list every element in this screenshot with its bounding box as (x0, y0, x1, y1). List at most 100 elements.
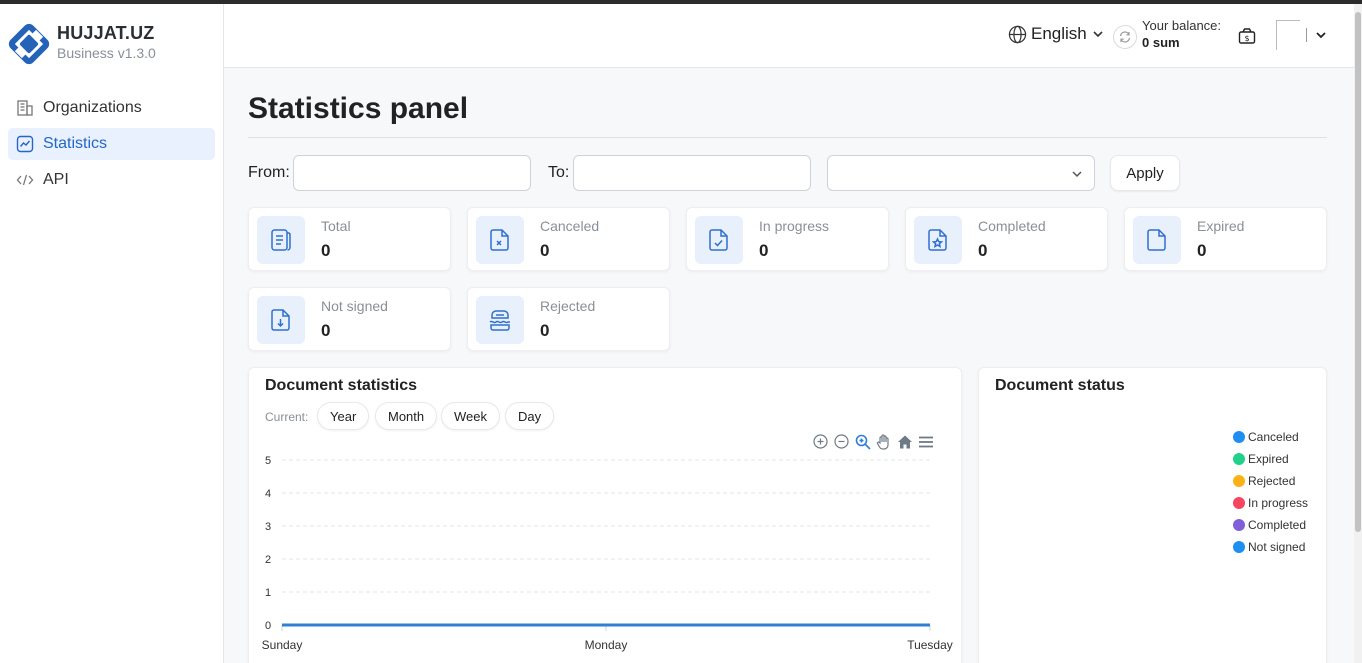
period-day-button[interactable]: Day (505, 402, 555, 430)
stat-label: Rejected (540, 298, 596, 314)
legend-dot (1233, 519, 1245, 531)
stat-label: Total (321, 218, 351, 234)
legend-item-in-progress[interactable]: In progress (1233, 492, 1308, 514)
stat-value: 0 (540, 241, 550, 260)
chart-toolbar (812, 433, 934, 450)
top-header: English Your balance: 0 sum $ (224, 4, 1354, 68)
legend-label: In progress (1248, 496, 1309, 510)
stat-card-in-progress: In progress 0 (686, 207, 889, 271)
chevron-down-icon (1316, 32, 1326, 39)
legend-item-rejected[interactable]: Rejected (1233, 470, 1308, 492)
chevron-down-icon (1072, 171, 1082, 178)
legend-dot (1233, 475, 1245, 487)
building-icon (16, 99, 34, 117)
sidebar-item-statistics[interactable]: Statistics (8, 128, 215, 160)
document-icon (1133, 216, 1181, 264)
sidebar-item-organizations[interactable]: Organizations (8, 92, 215, 124)
y-tick-label: 1 (265, 587, 271, 599)
legend-dot (1233, 431, 1245, 443)
legend-dot (1233, 497, 1245, 509)
menu-icon[interactable] (917, 433, 934, 450)
document-check-icon (695, 216, 743, 264)
stat-label: Expired (1197, 218, 1245, 234)
y-tick-label: 5 (265, 455, 271, 467)
to-label: To: (548, 164, 570, 181)
stat-card-total: Total 0 (248, 207, 451, 271)
from-label: From: (248, 164, 290, 181)
stat-label: Canceled (540, 218, 600, 234)
stat-label: Not signed (321, 298, 388, 314)
period-year-button[interactable]: Year (317, 402, 370, 430)
app-version: Business v1.3.0 (57, 45, 156, 61)
scrollbar-thumb[interactable] (1355, 12, 1361, 532)
svg-text:$: $ (1244, 34, 1249, 43)
y-tick-label: 0 (265, 620, 271, 632)
x-tick-label: Monday (585, 638, 628, 652)
period-week-button[interactable]: Week (441, 402, 500, 430)
divider (248, 137, 1327, 138)
stat-card-rejected: Rejected 0 (467, 287, 670, 351)
code-icon (16, 171, 34, 189)
document-download-icon (257, 296, 305, 344)
legend-label: Canceled (1248, 430, 1299, 444)
document-cancel-icon (476, 216, 524, 264)
avatar-separator (1306, 28, 1307, 42)
sidebar: HUJJAT.UZ Business v1.3.0 Organizations … (0, 4, 224, 663)
document-status-panel: Document status Canceled Expired Rejecte… (978, 367, 1327, 663)
document-list-icon (257, 216, 305, 264)
document-star-icon (914, 216, 962, 264)
user-menu[interactable] (1276, 20, 1327, 50)
x-tick-label: Tuesday (907, 638, 953, 652)
legend-dot (1233, 541, 1245, 553)
filter-bar: From: To: Apply (248, 155, 1328, 191)
stat-label: Completed (978, 218, 1046, 234)
main-content: Statistics panel From: To: Apply Total 0… (224, 68, 1354, 663)
page-scrollbar[interactable] (1354, 4, 1362, 663)
language-label: English (1031, 24, 1087, 43)
status-legend: Canceled Expired Rejected In progress Co… (1233, 426, 1308, 558)
sidebar-item-api[interactable]: API (8, 164, 215, 196)
zoom-in-icon[interactable] (812, 433, 829, 450)
y-tick-label: 4 (265, 488, 271, 500)
globe-icon (1008, 25, 1027, 43)
y-tick-label: 2 (265, 554, 271, 566)
balance-label: Your balance: (1142, 18, 1222, 33)
sidebar-item-label: Statistics (43, 135, 108, 152)
legend-item-canceled[interactable]: Canceled (1233, 426, 1308, 448)
stat-value: 0 (321, 321, 331, 340)
page-title: Statistics panel (248, 92, 469, 125)
logo[interactable]: HUJJAT.UZ Business v1.3.0 (8, 22, 156, 66)
stat-card-canceled: Canceled 0 (467, 207, 670, 271)
period-month-button[interactable]: Month (375, 402, 438, 430)
language-selector[interactable]: English (1008, 24, 1109, 44)
legend-label: Expired (1248, 452, 1289, 466)
stat-card-expired: Expired 0 (1124, 207, 1327, 271)
from-date-input[interactable] (293, 155, 531, 191)
stat-value: 0 (321, 241, 331, 260)
home-reset-icon[interactable] (896, 433, 913, 450)
wallet-icon[interactable]: $ (1237, 26, 1257, 51)
zoom-out-icon[interactable] (833, 433, 850, 450)
panel-title: Document status (995, 377, 1125, 394)
refresh-balance-icon[interactable] (1113, 25, 1137, 49)
legend-dot (1233, 453, 1245, 465)
selection-zoom-icon[interactable] (854, 433, 871, 450)
x-tick-label: Sunday (262, 638, 303, 652)
legend-item-not-signed[interactable]: Not signed (1233, 536, 1308, 558)
balance-widget: Your balance: 0 sum (1113, 17, 1221, 51)
to-date-input[interactable] (573, 155, 811, 191)
apply-button[interactable]: Apply (1110, 155, 1180, 191)
legend-item-completed[interactable]: Completed (1233, 514, 1308, 536)
y-tick-label: 3 (265, 521, 271, 533)
legend-label: Not signed (1248, 540, 1306, 554)
chevron-down-icon (1093, 31, 1103, 38)
panel-title: Document statistics (265, 377, 418, 394)
stat-card-completed: Completed 0 (905, 207, 1108, 271)
app-name: HUJJAT.UZ (57, 23, 155, 43)
sidebar-item-label: API (43, 171, 69, 188)
balance-value: 0 sum (1142, 35, 1180, 50)
pan-hand-icon[interactable] (875, 433, 892, 450)
filter-select[interactable] (827, 155, 1095, 191)
legend-item-expired[interactable]: Expired (1233, 448, 1308, 470)
logo-icon (8, 23, 50, 65)
